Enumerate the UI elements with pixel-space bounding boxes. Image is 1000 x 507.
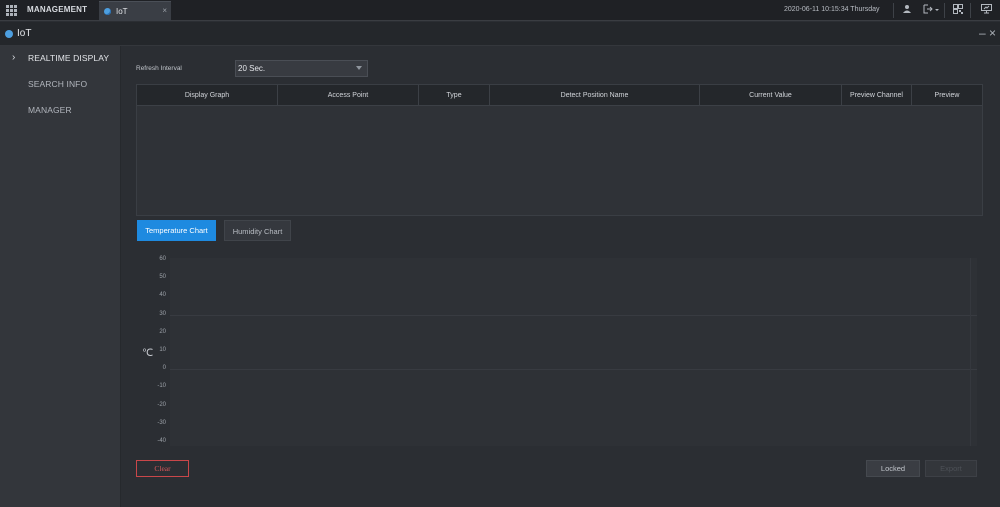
refresh-interval-value: 20 Sec.	[238, 64, 266, 73]
main-content: Refresh Interval 20 Sec. Display Graph A…	[122, 47, 1000, 507]
column-header-preview-channel: Preview Channel	[842, 85, 912, 106]
y-tick-label: -30	[157, 419, 166, 426]
chevron-right-icon: ›	[12, 52, 16, 63]
separator	[893, 3, 894, 18]
y-tick-label: -20	[157, 401, 166, 408]
close-icon[interactable]: ×	[989, 26, 996, 40]
column-header-detect-position-name: Detect Position Name	[490, 85, 700, 106]
export-button[interactable]: Export	[925, 460, 977, 477]
gridline	[170, 369, 977, 371]
column-header-access-point: Access Point	[278, 85, 419, 106]
refresh-interval-label: Refresh Interval	[136, 65, 182, 72]
sidebar-item-label: SEARCH INFO	[28, 79, 88, 89]
minimize-icon[interactable]: –	[979, 26, 986, 40]
sidebar: › REALTIME DISPLAY SEARCH INFO MANAGER	[0, 46, 121, 507]
sidebar-item-manager[interactable]: MANAGER	[0, 98, 121, 124]
sidebar-item-search-info[interactable]: SEARCH INFO	[0, 72, 121, 98]
y-tick-label: 50	[159, 274, 166, 281]
table-header: Display Graph Access Point Type Detect P…	[137, 85, 982, 106]
column-header-preview: Preview	[934, 92, 960, 99]
y-tick-label: 40	[159, 292, 166, 299]
globe-icon	[104, 8, 111, 15]
plot-area	[170, 258, 977, 446]
sidebar-item-label: MANAGER	[28, 105, 72, 115]
column-header-display-graph: Display Graph	[137, 85, 278, 106]
qr-code-icon[interactable]	[952, 4, 964, 16]
gridline	[170, 314, 977, 316]
page-title: IoT	[17, 28, 32, 39]
app-grid-icon[interactable]	[6, 5, 18, 16]
globe-icon	[5, 30, 13, 38]
column-header-current-value: Current Value	[700, 85, 842, 106]
refresh-interval-select[interactable]: 20 Sec.	[235, 60, 368, 77]
datetime: 2020-06-11 10:15:34 Thursday	[784, 6, 880, 13]
app-title: MANAGEMENT	[27, 5, 88, 14]
y-tick-label: 60	[159, 256, 166, 262]
sensor-table: Display Graph Access Point Type Detect P…	[136, 84, 983, 216]
tab-close-icon[interactable]: ×	[162, 6, 167, 15]
clear-button[interactable]: Clear	[136, 460, 189, 477]
y-tick-label: 30	[159, 310, 166, 317]
tab-iot[interactable]: IoT ×	[99, 1, 171, 21]
top-bar: MANAGEMENT IoT × 2020-06-11 10:15:34 Thu…	[0, 0, 1000, 21]
y-tick-label: -10	[157, 383, 166, 390]
user-icon[interactable]	[901, 4, 913, 16]
column-header-type: Type	[419, 85, 490, 106]
sidebar-item-label: REALTIME DISPLAY	[28, 53, 110, 63]
separator	[944, 3, 945, 18]
y-tick-label: 10	[159, 347, 166, 353]
page-header: IoT – ×	[0, 22, 1000, 46]
monitor-icon[interactable]	[980, 4, 992, 16]
chevron-down-icon	[356, 66, 362, 70]
y-tick-label: -40	[157, 438, 166, 444]
plot-right-border	[970, 258, 971, 446]
tab-label: IoT	[116, 7, 128, 16]
y-tick-label: 0	[162, 365, 166, 372]
tab-humidity-chart[interactable]: Humidity Chart	[224, 220, 291, 241]
sidebar-item-realtime-display[interactable]: › REALTIME DISPLAY	[0, 46, 121, 72]
separator	[970, 3, 971, 18]
tab-temperature-chart[interactable]: Temperature Chart	[137, 220, 216, 241]
temperature-chart: ℃ 60 50 40 30 20 10 0 -10 -20 -30 -40	[136, 252, 983, 450]
logout-icon[interactable]	[923, 4, 939, 16]
locked-button[interactable]: Locked	[866, 460, 920, 477]
y-tick-label: 20	[159, 328, 166, 335]
